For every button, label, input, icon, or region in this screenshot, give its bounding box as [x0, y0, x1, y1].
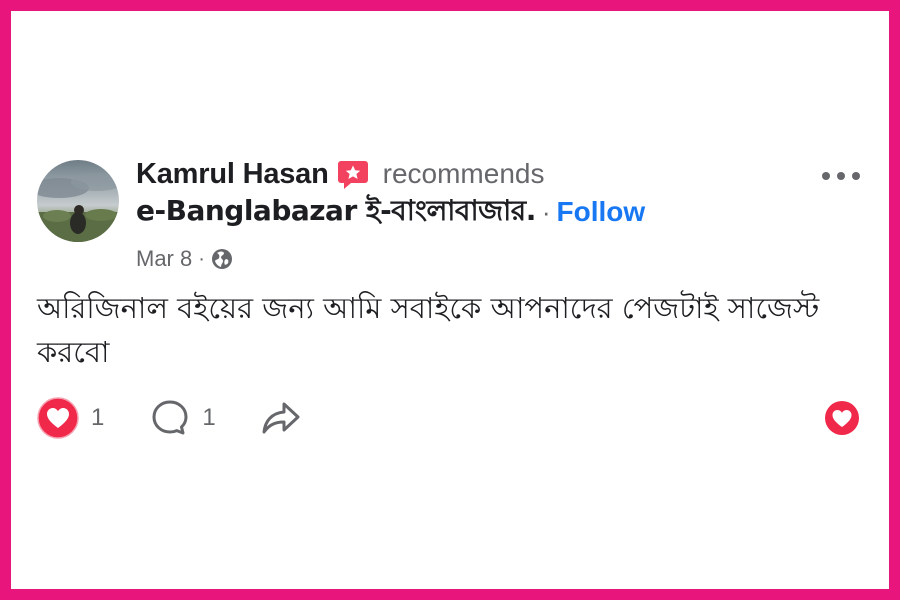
recommends-label: recommends	[382, 158, 545, 189]
share-button[interactable]	[260, 398, 302, 438]
love-count: 1	[91, 404, 105, 431]
separator-dot: ·	[541, 196, 551, 227]
avatar[interactable]	[37, 160, 119, 242]
more-options-button[interactable]	[818, 160, 864, 192]
recommend-icon	[337, 158, 369, 190]
comment-count: 1	[202, 404, 216, 431]
love-icon	[37, 397, 79, 439]
post-meta: Mar 8 ·	[136, 244, 233, 274]
post-actions: 1 1	[37, 396, 302, 440]
more-icon	[822, 172, 860, 180]
date-separator: ·	[198, 247, 205, 270]
page-name[interactable]: e-Banglabazar ই-বাংলাবাজার.	[136, 189, 536, 236]
love-reaction-button[interactable]: 1	[37, 397, 104, 439]
comment-button[interactable]: 1	[150, 398, 216, 438]
react-heart-button[interactable]	[824, 400, 860, 436]
heart-icon	[825, 401, 859, 435]
author-name[interactable]: Kamrul Hasan	[136, 158, 329, 191]
post-date[interactable]: Mar 8	[136, 246, 192, 272]
comment-icon	[152, 400, 188, 435]
share-icon	[262, 402, 300, 434]
post-text: অরিজিনাল বইয়ের জন্য আমি সবাইকে আপনাদের …	[37, 291, 820, 369]
globe-icon	[211, 248, 233, 270]
follow-button[interactable]: Follow	[557, 196, 646, 228]
post-header-secondary: e-Banglabazar ই-বাংলাবাজার. · Follow	[136, 192, 645, 232]
